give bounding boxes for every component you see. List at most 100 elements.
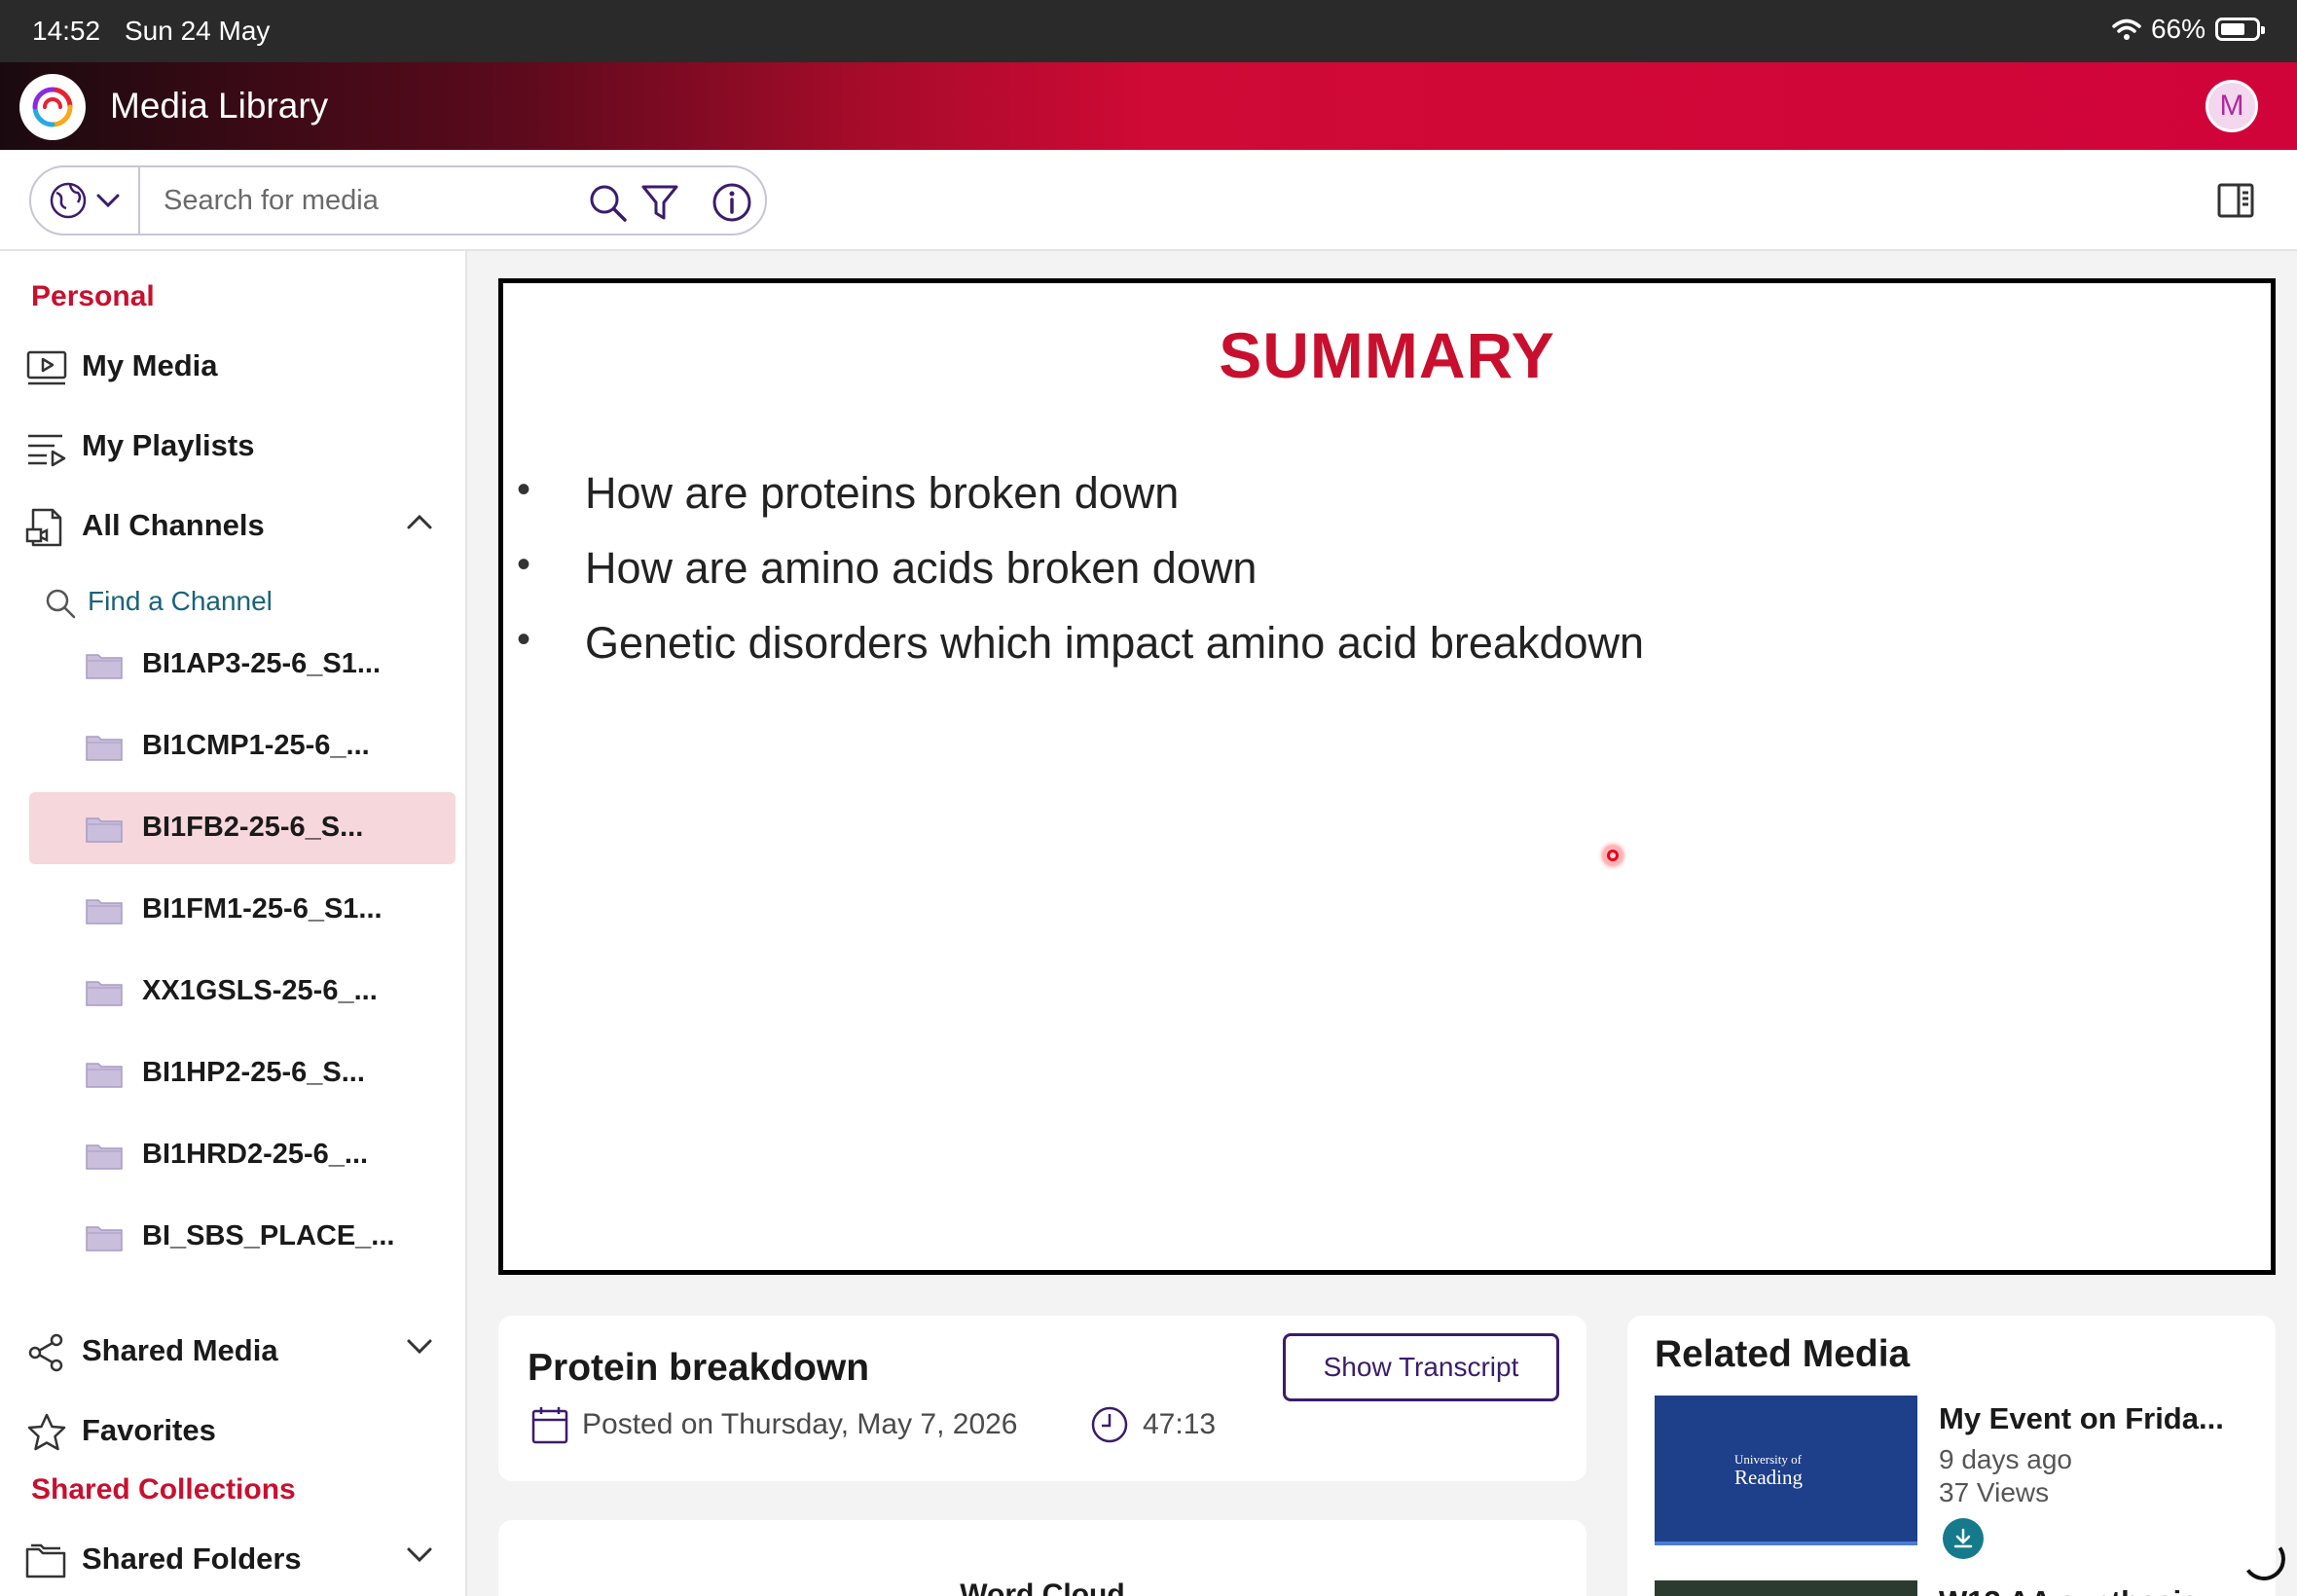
globe-icon	[50, 182, 87, 219]
sidebar-item-my-media[interactable]: My Media	[0, 335, 467, 397]
battery-icon	[2215, 18, 2265, 41]
slide-bullets: How are proteins broken downHow are amin…	[517, 468, 1644, 693]
posted-text: Posted on Thursday, May 7, 2026	[582, 1408, 1018, 1440]
media-player-icon	[26, 350, 67, 385]
battery-percent: 66%	[2150, 14, 2206, 44]
laser-pointer-icon	[1603, 846, 1622, 865]
find-channel-label: Find a Channel	[88, 586, 273, 616]
status-right: 66%	[2112, 14, 2265, 45]
search-icon	[590, 185, 627, 222]
university-logo: University of Reading	[1734, 1452, 1803, 1490]
sidebar-item-channel[interactable]: BI1HP2-25-6_S...	[29, 1037, 456, 1109]
search-button[interactable]	[586, 181, 629, 224]
status-bar: 14:52 Sun 24 May 66%	[0, 0, 2297, 62]
sidebar-label: All Channels	[82, 508, 265, 542]
find-channel-link[interactable]: Find a Channel	[45, 580, 434, 627]
share-icon	[28, 1333, 63, 1372]
app-header: Media Library M	[0, 62, 2297, 150]
channel-label: XX1GSLS-25-6_...	[142, 975, 378, 1006]
download-button[interactable]	[1943, 1518, 1984, 1559]
video-player[interactable]: SUMMARY How are proteins broken downHow …	[498, 278, 2276, 1275]
chevron-down-icon[interactable]	[405, 1337, 434, 1357]
channel-label: BI1FM1-25-6_S1...	[142, 893, 383, 925]
calendar-icon	[531, 1407, 568, 1444]
clock-icon	[1091, 1406, 1128, 1443]
sidebar-item-shared-folders[interactable]: Shared Folders	[0, 1528, 467, 1590]
sidebar-item-channel[interactable]: BI1CMP1-25-6_...	[29, 710, 456, 782]
wifi-icon	[2112, 18, 2141, 40]
playlist-icon	[28, 434, 66, 467]
sidebar-item-shared-media[interactable]: Shared Media	[0, 1320, 467, 1382]
channel-label: BI1CMP1-25-6_...	[142, 730, 370, 761]
sidebar-item-channel[interactable]: XX1GSLS-25-6_...	[29, 956, 456, 1028]
related-item-age: 9 days ago	[1939, 1444, 2072, 1474]
info-icon	[712, 183, 751, 222]
sidebar: Personal My Media My Playlists All Chann…	[0, 251, 467, 1596]
status-time: 14:52	[32, 16, 101, 46]
chevron-up-icon[interactable]	[405, 512, 434, 531]
slide-bullet: Genetic disorders which impact amino aci…	[517, 618, 1644, 693]
sidebar-item-channel[interactable]: BI1HRD2-25-6_...	[29, 1119, 456, 1191]
channel-label: BI1FB2-25-6_S...	[142, 812, 364, 843]
related-item-name-2[interactable]: W13 AA synthesis...	[1939, 1584, 2223, 1596]
sidebar-item-channel[interactable]: BI1FB2-25-6_S...	[29, 792, 456, 864]
search-icon	[46, 589, 76, 619]
folder-icon	[86, 817, 123, 843]
sidebar-item-channel[interactable]: BI_SBS_PLACE_...	[29, 1201, 456, 1273]
folder-icon	[86, 1063, 123, 1088]
sidebar-item-channel[interactable]: BI1FM1-25-6_S1...	[29, 874, 456, 946]
star-icon	[27, 1413, 66, 1451]
search-input[interactable]	[164, 181, 572, 220]
related-item-name[interactable]: My Event on Frida...	[1939, 1401, 2224, 1436]
channel-label: BI1HP2-25-6_S...	[142, 1057, 365, 1088]
folder-icon	[86, 899, 123, 925]
chevron-down-icon	[96, 194, 120, 208]
sidebar-label: Favorites	[82, 1413, 216, 1447]
folder-icon	[86, 1144, 123, 1170]
related-media-card: Related Media University of Reading My E…	[1627, 1316, 2276, 1596]
swirl-logo-icon	[32, 87, 73, 127]
filter-button[interactable]	[638, 181, 681, 224]
word-cloud-title: Word Cloud	[960, 1578, 1125, 1596]
channel-file-icon	[25, 508, 62, 547]
search-toolbar	[0, 150, 2297, 251]
side-panel-toggle[interactable]	[2217, 183, 2254, 223]
channel-label: BI_SBS_PLACE_...	[142, 1220, 395, 1251]
channel-label: BI1AP3-25-6_S1...	[142, 648, 382, 679]
related-thumbnail-2[interactable]	[1655, 1580, 1917, 1596]
section-shared-collections: Shared Collections	[31, 1473, 296, 1505]
chevron-down-icon[interactable]	[405, 1545, 434, 1565]
related-thumbnail[interactable]: University of Reading	[1655, 1396, 1917, 1545]
sidebar-item-channel[interactable]: BI1AP3-25-6_S1...	[29, 629, 456, 701]
slide-title: SUMMARY	[1219, 319, 1555, 391]
posted-date: Posted on Thursday, May 7, 2026	[531, 1405, 1018, 1444]
app-title: Media Library	[110, 86, 329, 126]
app-logo[interactable]	[19, 74, 86, 140]
search-scope-dropdown[interactable]	[31, 167, 140, 234]
sidebar-item-favorites[interactable]: Favorites	[0, 1399, 467, 1462]
show-transcript-button[interactable]: Show Transcript	[1283, 1333, 1559, 1401]
sidebar-label: My Playlists	[82, 428, 255, 462]
slide-bullet: How are amino acids broken down	[517, 543, 1644, 618]
channel-label: BI1HRD2-25-6_...	[142, 1139, 369, 1170]
folder-icon	[86, 1226, 123, 1251]
sidebar-item-my-playlists[interactable]: My Playlists	[0, 415, 467, 477]
sidebar-label: My Media	[82, 348, 218, 382]
info-button[interactable]	[711, 181, 753, 224]
media-duration: 47:13	[1090, 1405, 1216, 1444]
related-item-views: 37 Views	[1939, 1477, 2050, 1507]
filter-icon	[641, 185, 678, 220]
folder-icon	[86, 736, 123, 761]
thumb-big-text: Reading	[1734, 1466, 1803, 1489]
status-date: Sun 24 May	[125, 16, 271, 46]
sidebar-item-all-channels[interactable]: All Channels	[0, 494, 467, 557]
folder-icon	[86, 654, 123, 679]
sidebar-label: Shared Folders	[82, 1542, 302, 1576]
download-icon	[1953, 1528, 1973, 1548]
slide-bullet: How are proteins broken down	[517, 468, 1644, 543]
media-title: Protein breakdown	[528, 1347, 870, 1389]
sidebar-label: Shared Media	[82, 1333, 278, 1367]
folder-icon	[86, 981, 123, 1006]
related-media-title: Related Media	[1655, 1333, 1911, 1375]
user-avatar[interactable]: M	[2206, 80, 2258, 132]
